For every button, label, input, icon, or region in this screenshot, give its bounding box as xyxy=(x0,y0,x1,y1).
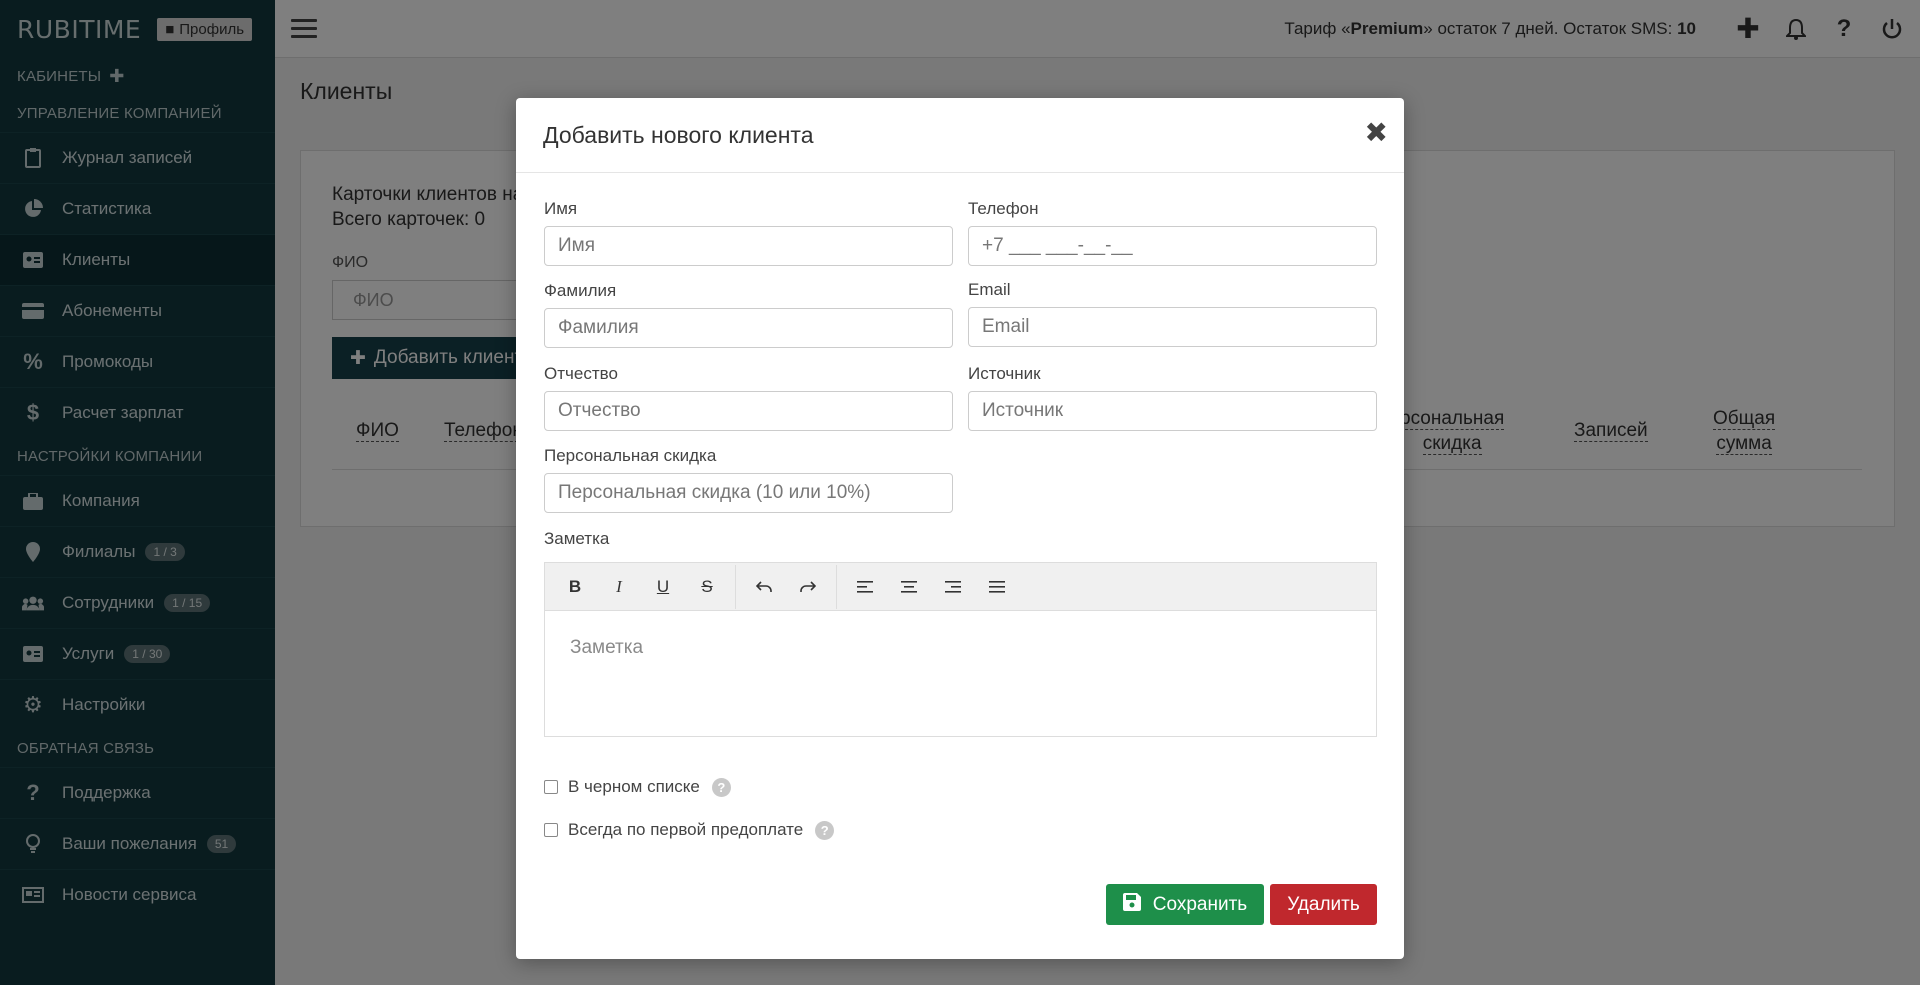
align-center-icon[interactable] xyxy=(887,569,931,605)
email-input[interactable] xyxy=(968,307,1377,347)
strikethrough-icon[interactable]: S xyxy=(685,569,729,605)
close-icon[interactable]: ✖ xyxy=(1365,116,1388,149)
patronymic-label: Отчество xyxy=(544,364,618,383)
note-editor: B I U S Заметка xyxy=(544,562,1377,737)
blacklist-label[interactable]: В черном списке xyxy=(568,777,700,797)
modal-title: Добавить нового клиента xyxy=(543,121,814,148)
align-left-icon[interactable] xyxy=(843,569,887,605)
prepay-row: Всегда по первой предоплате ? xyxy=(544,820,835,840)
toolbar-divider xyxy=(836,564,837,609)
note-textarea[interactable]: Заметка xyxy=(545,611,1376,685)
prepay-label[interactable]: Всегда по первой предоплате xyxy=(568,820,803,840)
redo-icon[interactable] xyxy=(786,569,830,605)
prepay-checkbox[interactable] xyxy=(544,823,558,837)
source-input[interactable] xyxy=(968,391,1377,431)
question-circle-icon[interactable]: ? xyxy=(815,820,835,840)
source-label: Источник xyxy=(968,364,1041,383)
floppy-disk-icon xyxy=(1122,892,1141,917)
modal-header: Добавить нового клиента ✖ xyxy=(516,98,1404,173)
discount-label: Персональная скидка xyxy=(544,446,717,465)
align-justify-icon[interactable] xyxy=(975,569,1019,605)
name-input[interactable] xyxy=(544,226,953,266)
underline-icon[interactable]: U xyxy=(641,569,685,605)
discount-input[interactable] xyxy=(544,473,953,513)
italic-icon[interactable]: I xyxy=(597,569,641,605)
name-label: Имя xyxy=(544,199,578,218)
blacklist-row: В черном списке ? xyxy=(544,777,731,797)
editor-toolbar: B I U S xyxy=(545,563,1376,611)
email-label: Email xyxy=(968,280,1011,299)
save-label: Сохранить xyxy=(1152,893,1248,915)
phone-input[interactable] xyxy=(968,226,1377,266)
question-circle-icon[interactable]: ? xyxy=(711,777,731,797)
surname-label: Фамилия xyxy=(544,281,617,300)
surname-input[interactable] xyxy=(544,308,953,348)
add-client-modal: Добавить нового клиента ✖ Имя Телефон Фа… xyxy=(516,98,1404,959)
note-label: Заметка xyxy=(544,529,610,548)
bold-icon[interactable]: B xyxy=(553,569,597,605)
delete-button[interactable]: Удалить xyxy=(1270,884,1377,925)
phone-label: Телефон xyxy=(968,199,1039,218)
save-button[interactable]: Сохранить xyxy=(1106,884,1264,925)
blacklist-checkbox[interactable] xyxy=(544,780,558,794)
align-right-icon[interactable] xyxy=(931,569,975,605)
undo-icon[interactable] xyxy=(742,569,786,605)
toolbar-divider xyxy=(735,564,736,609)
patronymic-input[interactable] xyxy=(544,391,953,431)
